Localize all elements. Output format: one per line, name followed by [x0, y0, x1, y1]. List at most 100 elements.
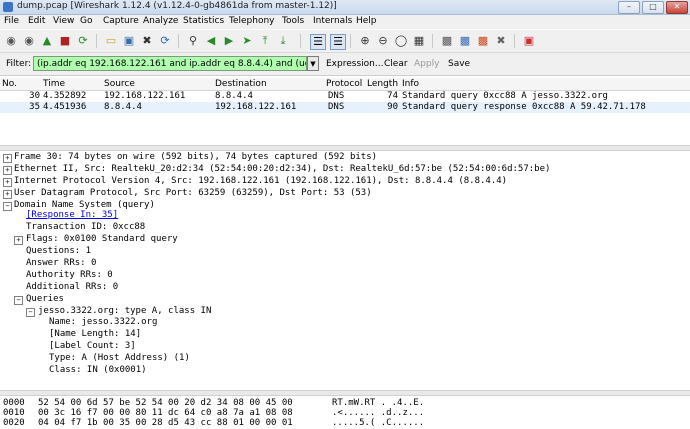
packet-no: 35	[29, 102, 40, 112]
tree-item-name[interactable]: Name: jesso.3322.org	[49, 317, 157, 328]
packet-no: 30	[29, 91, 40, 101]
tree-item-udp[interactable]: User Datagram Protocol, Src Port: 63259 …	[14, 188, 372, 199]
display-filters-icon[interactable]: ▩	[458, 34, 472, 48]
save-filter-button[interactable]: Save	[448, 59, 470, 69]
expand-icon[interactable]: +	[3, 190, 12, 199]
tree-item-transaction-id[interactable]: Transaction ID: 0xcc88	[26, 222, 145, 233]
packet-row[interactable]: 35 4.451936 8.8.4.4 192.168.122.161 DNS …	[0, 102, 690, 113]
go-forward-icon[interactable]: ▶	[222, 34, 236, 48]
tree-item-ethernet[interactable]: Ethernet II, Src: RealtekU_20:d2:34 (52:…	[14, 164, 550, 175]
menu-telephony[interactable]: Telephony	[229, 16, 275, 26]
apply-filter-button[interactable]: Apply	[414, 59, 439, 69]
toolbar-separator	[178, 34, 179, 48]
column-length[interactable]: Length	[367, 79, 398, 89]
packet-length: 90	[387, 102, 398, 112]
start-capture-icon[interactable]: ▲	[40, 34, 54, 48]
column-no[interactable]: No.	[2, 79, 17, 89]
hex-row[interactable]: 0000 52 54 00 6d 57 be 52 54 00 20 d2 34…	[0, 398, 690, 408]
packet-protocol: DNS	[328, 91, 345, 101]
filter-history-dropdown[interactable]: ▼	[307, 56, 319, 71]
packet-info: Standard query 0xcc88 A jesso.3322.org	[402, 91, 608, 101]
menu-file[interactable]: File	[4, 16, 19, 26]
toolbar-separator	[514, 34, 515, 48]
tree-item-additional-rrs[interactable]: Additional RRs: 0	[26, 282, 118, 293]
collapse-icon[interactable]: −	[26, 308, 35, 317]
menu-view[interactable]: View	[53, 16, 74, 26]
tree-item-ipv4[interactable]: Internet Protocol Version 4, Src: 192.16…	[14, 176, 507, 187]
collapse-icon[interactable]: −	[3, 202, 12, 211]
reload-icon[interactable]: ⟳	[158, 34, 172, 48]
close-button[interactable]: ✕	[666, 1, 688, 14]
wireshark-app-icon	[3, 2, 13, 12]
colorize-icon[interactable]: ☰	[310, 34, 326, 50]
go-to-packet-icon[interactable]: ➤	[240, 34, 254, 48]
packet-time: 4.352892	[43, 91, 87, 101]
restart-capture-icon[interactable]: ⟳	[76, 34, 90, 48]
auto-scroll-icon[interactable]: ☰	[330, 34, 346, 50]
window-title: dump.pcap [Wireshark 1.12.4 (v1.12.4-0-g…	[17, 1, 337, 11]
expression-button[interactable]: Expression...	[326, 59, 383, 69]
hex-ascii: .....5.( .C......	[332, 418, 425, 428]
expand-icon[interactable]: +	[3, 166, 12, 175]
tree-item-authority-rrs[interactable]: Authority RRs: 0	[26, 270, 113, 281]
zoom-out-icon[interactable]: ⊖	[376, 34, 390, 48]
open-file-icon[interactable]: ▭	[104, 34, 118, 48]
tree-item-type[interactable]: Type: A (Host Address) (1)	[49, 353, 190, 364]
response-in-link[interactable]: [Response In: 35]	[26, 210, 118, 221]
toolbar-separator	[96, 34, 97, 48]
expand-icon[interactable]: +	[3, 154, 12, 163]
display-filter-input[interactable]: (ip.addr eq 192.168.122.161 and ip.addr …	[33, 56, 307, 71]
coloring-rules-icon[interactable]: ▩	[476, 34, 490, 48]
capture-filters-icon[interactable]: ▩	[440, 34, 454, 48]
tree-item-questions[interactable]: Questions: 1	[26, 246, 91, 257]
menu-analyze[interactable]: Analyze	[143, 16, 178, 26]
packet-destination: 8.8.4.4	[215, 91, 253, 101]
preferences-icon[interactable]: ✖	[494, 34, 508, 48]
expand-icon[interactable]: +	[14, 236, 23, 245]
menu-tools[interactable]: Tools	[282, 16, 304, 26]
last-packet-icon[interactable]: ⤓	[276, 34, 290, 48]
tree-item-answer-rrs[interactable]: Answer RRs: 0	[26, 258, 96, 269]
maximize-button[interactable]: □	[642, 1, 664, 14]
packet-row[interactable]: 30 4.352892 192.168.122.161 8.8.4.4 DNS …	[0, 91, 690, 102]
hex-bytes: 04 04 f7 1b 00 35 00 28 d5 43 cc 88 01 0…	[38, 418, 293, 428]
tree-item-queries[interactable]: Queries	[26, 294, 64, 305]
zoom-normal-icon[interactable]: ◯	[394, 34, 408, 48]
menu-capture[interactable]: Capture	[103, 16, 139, 26]
menu-internals[interactable]: Internals	[313, 16, 352, 26]
column-destination[interactable]: Destination	[215, 79, 267, 89]
tree-item-class[interactable]: Class: IN (0x0001)	[49, 365, 147, 376]
save-file-icon[interactable]: ▣	[122, 34, 136, 48]
tree-item-name-length[interactable]: [Name Length: 14]	[49, 329, 141, 340]
tree-item-query-entry[interactable]: jesso.3322.org: type A, class IN	[38, 306, 211, 317]
tree-item-flags[interactable]: Flags: 0x0100 Standard query	[26, 234, 178, 245]
filter-label: Filter:	[6, 59, 32, 69]
expand-icon[interactable]: +	[3, 178, 12, 187]
tree-item-frame[interactable]: Frame 30: 74 bytes on wire (592 bits), 7…	[14, 152, 377, 163]
zoom-in-icon[interactable]: ⊕	[358, 34, 372, 48]
first-packet-icon[interactable]: ⤒	[258, 34, 272, 48]
stop-capture-icon[interactable]: ■	[58, 34, 72, 48]
interfaces-icon[interactable]: ◉	[4, 34, 18, 48]
menu-go[interactable]: Go	[80, 16, 92, 26]
close-file-icon[interactable]: ✖	[140, 34, 154, 48]
go-back-icon[interactable]: ◀	[204, 34, 218, 48]
packet-length: 74	[387, 91, 398, 101]
find-packet-icon[interactable]: ⚲	[186, 34, 200, 48]
menu-statistics[interactable]: Statistics	[183, 16, 224, 26]
help-icon[interactable]: ▣	[522, 34, 536, 48]
column-protocol[interactable]: Protocol	[326, 79, 362, 89]
minimize-button[interactable]: –	[618, 1, 640, 14]
collapse-icon[interactable]: −	[14, 296, 23, 305]
column-info[interactable]: Info	[402, 79, 419, 89]
options-icon[interactable]: ◉	[22, 34, 36, 48]
hex-row[interactable]: 0010 00 3c 16 f7 00 00 80 11 dc 64 c0 a8…	[0, 408, 690, 418]
menu-edit[interactable]: Edit	[28, 16, 45, 26]
pane-splitter[interactable]	[0, 390, 690, 396]
resize-columns-icon[interactable]: ▦	[412, 34, 426, 48]
tree-item-label-count[interactable]: [Label Count: 3]	[49, 341, 136, 352]
clear-filter-button[interactable]: Clear	[384, 59, 408, 69]
column-time[interactable]: Time	[43, 79, 65, 89]
menu-help[interactable]: Help	[356, 16, 377, 26]
column-source[interactable]: Source	[104, 79, 135, 89]
